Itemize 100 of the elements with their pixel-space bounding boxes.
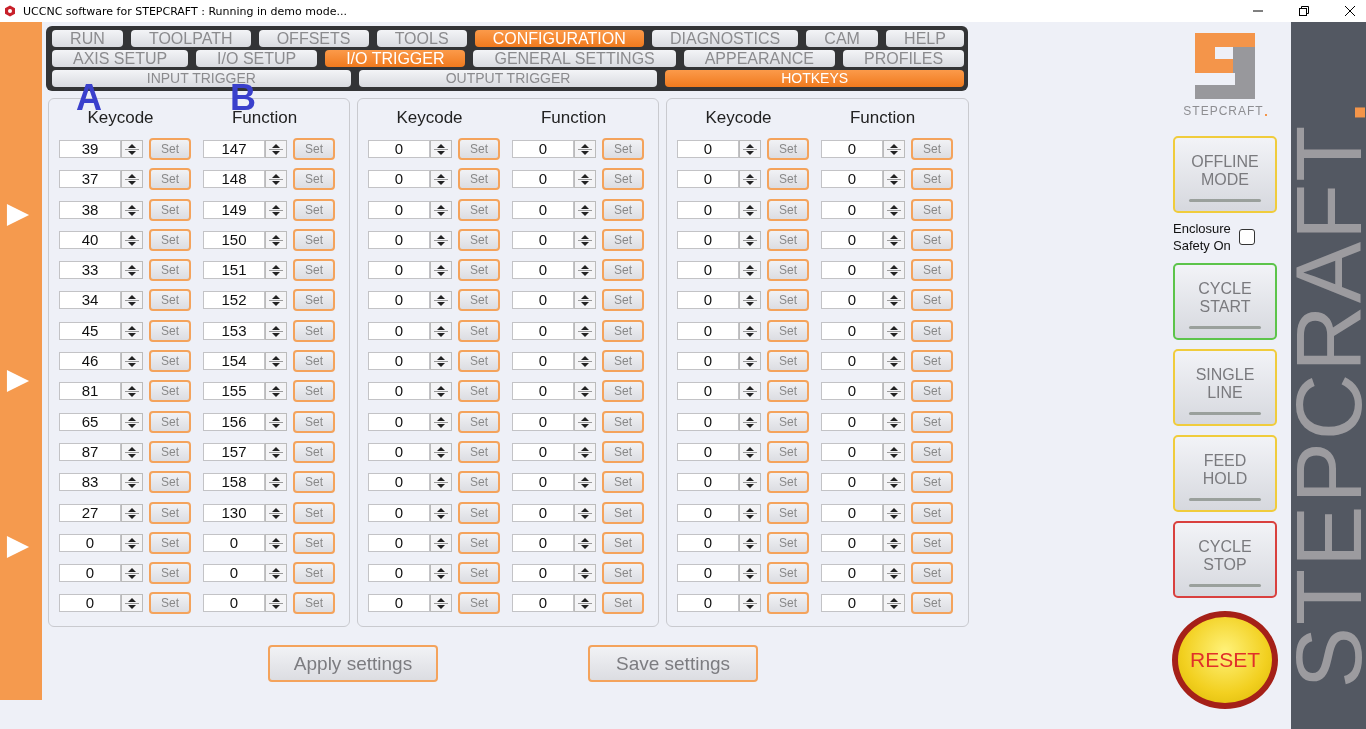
spinner-icon[interactable] bbox=[883, 200, 905, 219]
set-button[interactable]: Set bbox=[458, 562, 500, 585]
tab[interactable]: CAM bbox=[806, 30, 878, 47]
set-button[interactable]: Set bbox=[767, 138, 809, 160]
number-field[interactable]: 0 bbox=[203, 594, 265, 613]
spinner-icon[interactable] bbox=[574, 594, 596, 613]
set-button[interactable]: Set bbox=[602, 319, 644, 342]
number-field[interactable]: 0 bbox=[821, 382, 883, 401]
spinner-icon[interactable] bbox=[430, 473, 452, 492]
spinner-icon[interactable] bbox=[265, 230, 287, 249]
number-field[interactable]: 151 bbox=[203, 261, 265, 280]
spinner-icon[interactable] bbox=[574, 442, 596, 461]
spinner-icon[interactable] bbox=[574, 473, 596, 492]
spinner-icon[interactable] bbox=[883, 503, 905, 522]
set-button[interactable]: Set bbox=[767, 471, 809, 494]
number-field[interactable]: 0 bbox=[677, 533, 739, 552]
number-field[interactable]: 27 bbox=[59, 503, 121, 522]
spinner-icon[interactable] bbox=[574, 291, 596, 310]
tab[interactable]: I/O TRIGGER bbox=[325, 50, 466, 67]
set-button[interactable]: Set bbox=[767, 259, 809, 282]
spinner-icon[interactable] bbox=[883, 291, 905, 310]
spinner-icon[interactable] bbox=[265, 533, 287, 552]
spinner-icon[interactable] bbox=[739, 291, 761, 310]
spinner-icon[interactable] bbox=[121, 533, 143, 552]
spinner-icon[interactable] bbox=[121, 412, 143, 431]
set-button[interactable]: Set bbox=[911, 138, 953, 160]
spinner-icon[interactable] bbox=[265, 503, 287, 522]
set-button[interactable]: Set bbox=[293, 289, 335, 312]
spinner-icon[interactable] bbox=[574, 140, 596, 158]
number-field[interactable]: 33 bbox=[59, 261, 121, 280]
spinner-icon[interactable] bbox=[739, 412, 761, 431]
number-field[interactable]: 0 bbox=[512, 230, 574, 249]
number-field[interactable]: 0 bbox=[512, 473, 574, 492]
number-field[interactable]: 0 bbox=[677, 291, 739, 310]
set-button[interactable]: Set bbox=[767, 562, 809, 585]
number-field[interactable]: 150 bbox=[203, 230, 265, 249]
spinner-icon[interactable] bbox=[121, 321, 143, 340]
spinner-icon[interactable] bbox=[739, 261, 761, 280]
number-field[interactable]: 65 bbox=[59, 412, 121, 431]
spinner-icon[interactable] bbox=[883, 261, 905, 280]
number-field[interactable]: 148 bbox=[203, 170, 265, 189]
set-button[interactable]: Set bbox=[602, 531, 644, 554]
set-button[interactable]: Set bbox=[458, 471, 500, 494]
number-field[interactable]: 0 bbox=[512, 594, 574, 613]
set-button[interactable]: Set bbox=[149, 138, 191, 160]
number-field[interactable]: 37 bbox=[59, 170, 121, 189]
set-button[interactable]: Set bbox=[911, 471, 953, 494]
set-button[interactable]: Set bbox=[458, 198, 500, 221]
spinner-icon[interactable] bbox=[430, 564, 452, 583]
set-button[interactable]: Set bbox=[911, 501, 953, 524]
number-field[interactable]: 34 bbox=[59, 291, 121, 310]
spinner-icon[interactable] bbox=[883, 564, 905, 583]
spinner-icon[interactable] bbox=[883, 230, 905, 249]
spinner-icon[interactable] bbox=[430, 533, 452, 552]
number-field[interactable]: 0 bbox=[59, 564, 121, 583]
number-field[interactable]: 0 bbox=[677, 564, 739, 583]
set-button[interactable]: Set bbox=[911, 562, 953, 585]
checkbox[interactable] bbox=[1238, 229, 1255, 245]
spinner-icon[interactable] bbox=[739, 230, 761, 249]
set-button[interactable]: Set bbox=[911, 198, 953, 221]
number-field[interactable]: 0 bbox=[203, 564, 265, 583]
number-field[interactable]: 0 bbox=[368, 442, 430, 461]
spinner-icon[interactable] bbox=[265, 564, 287, 583]
spinner-icon[interactable] bbox=[739, 170, 761, 189]
spinner-icon[interactable] bbox=[265, 170, 287, 189]
spinner-icon[interactable] bbox=[574, 382, 596, 401]
spinner-icon[interactable] bbox=[121, 200, 143, 219]
set-button[interactable]: Set bbox=[767, 319, 809, 342]
number-field[interactable]: 0 bbox=[512, 503, 574, 522]
spinner-icon[interactable] bbox=[883, 170, 905, 189]
spinner-icon[interactable] bbox=[265, 473, 287, 492]
number-field[interactable]: 130 bbox=[203, 503, 265, 522]
number-field[interactable]: 81 bbox=[59, 382, 121, 401]
spinner-icon[interactable] bbox=[265, 352, 287, 371]
set-button[interactable]: Set bbox=[767, 289, 809, 312]
spinner-icon[interactable] bbox=[739, 473, 761, 492]
number-field[interactable]: 0 bbox=[677, 594, 739, 613]
set-button[interactable]: Set bbox=[602, 259, 644, 282]
number-field[interactable]: 0 bbox=[677, 503, 739, 522]
set-button[interactable]: Set bbox=[293, 319, 335, 342]
number-field[interactable]: 0 bbox=[59, 533, 121, 552]
number-field[interactable]: 153 bbox=[203, 321, 265, 340]
number-field[interactable]: 0 bbox=[677, 321, 739, 340]
set-button[interactable]: Set bbox=[767, 592, 809, 615]
set-button[interactable]: Set bbox=[911, 380, 953, 403]
tab[interactable]: TOOLPATH bbox=[130, 30, 251, 47]
tab[interactable]: RUN bbox=[52, 30, 123, 47]
set-button[interactable]: Set bbox=[458, 531, 500, 554]
restore-icon[interactable] bbox=[1298, 5, 1310, 17]
number-field[interactable]: 0 bbox=[821, 503, 883, 522]
number-field[interactable]: 0 bbox=[821, 170, 883, 189]
set-button[interactable]: Set bbox=[602, 592, 644, 615]
spinner-icon[interactable] bbox=[265, 321, 287, 340]
spinner-icon[interactable] bbox=[739, 200, 761, 219]
set-button[interactable]: Set bbox=[293, 228, 335, 251]
set-button[interactable]: Set bbox=[293, 259, 335, 282]
set-button[interactable]: Set bbox=[602, 228, 644, 251]
number-field[interactable]: 0 bbox=[512, 170, 574, 189]
set-button[interactable]: Set bbox=[602, 501, 644, 524]
set-button[interactable]: Set bbox=[602, 350, 644, 373]
